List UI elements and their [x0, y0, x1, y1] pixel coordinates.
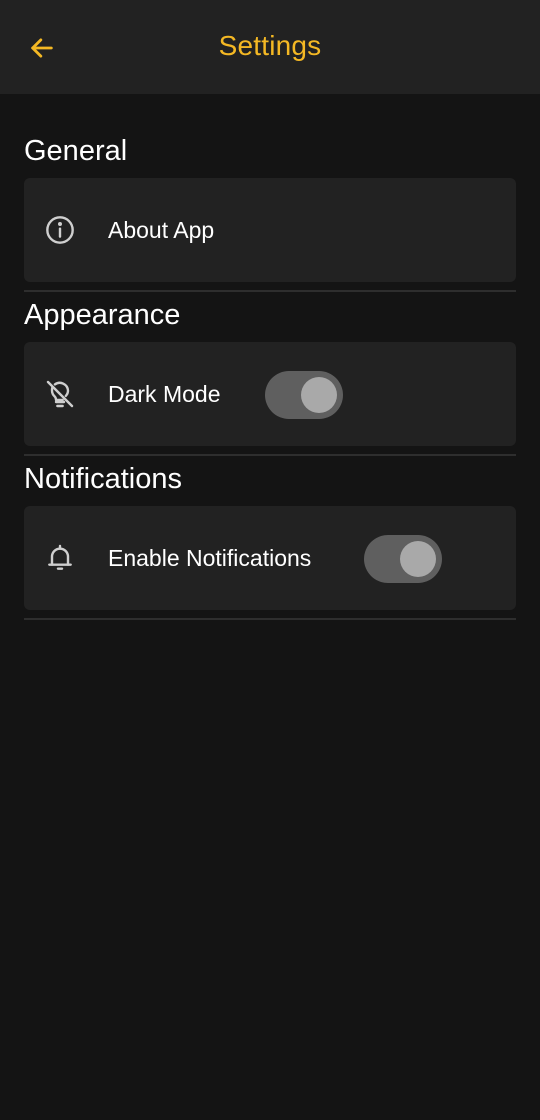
section-title-appearance: Appearance: [24, 299, 181, 331]
lightbulb-off-icon: [42, 376, 78, 412]
page-title: Settings: [218, 30, 322, 61]
section-title-general: General: [24, 135, 128, 167]
toggle-knob: [400, 541, 436, 577]
settings-item-dark-mode: Dark Mode: [24, 342, 516, 446]
divider: [24, 454, 516, 456]
settings-item-label: Enable Notifications: [108, 545, 312, 571]
settings-item-enable-notifications: Enable Notifications: [24, 506, 516, 610]
settings-item-about-app[interactable]: About App: [24, 178, 516, 282]
settings-item-label: About App: [108, 217, 215, 243]
divider: [24, 290, 516, 292]
settings-item-label: Dark Mode: [108, 381, 221, 407]
toggle-knob: [301, 377, 337, 413]
info-icon: [42, 212, 78, 248]
divider: [24, 618, 516, 620]
app-bar: Settings: [0, 0, 540, 94]
section-title-notifications: Notifications: [24, 463, 182, 495]
enable-notifications-toggle[interactable]: [364, 535, 442, 583]
dark-mode-toggle[interactable]: [265, 371, 343, 419]
bell-icon: [42, 540, 78, 576]
